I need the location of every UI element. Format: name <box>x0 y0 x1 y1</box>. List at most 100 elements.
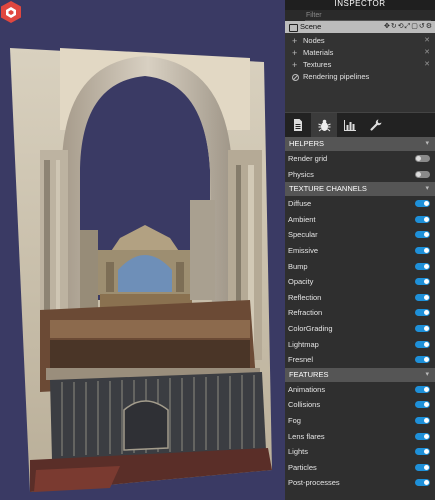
toggle-switch[interactable] <box>415 231 430 239</box>
expand-icon[interactable]: ✕ <box>424 59 430 71</box>
property-label: ColorGrading <box>288 323 333 333</box>
property-row: Lightmap <box>285 337 435 353</box>
property-row: Physics <box>285 167 435 183</box>
toggle-switch[interactable] <box>415 324 430 332</box>
property-label: Bump <box>288 261 308 271</box>
scene-tree: + Nodes ✕ + Materials ✕ + Textures ✕ Ren… <box>285 33 435 112</box>
expand-icon[interactable]: ✕ <box>424 47 430 59</box>
chevron-down-icon: ▾ <box>425 370 429 378</box>
toggle-switch[interactable] <box>415 463 430 471</box>
toggle-switch[interactable] <box>415 246 430 254</box>
property-row: Particles <box>285 460 435 476</box>
property-row: Refraction <box>285 305 435 321</box>
property-row: Post-processes <box>285 475 435 491</box>
tree-item-label: Rendering pipelines <box>303 72 370 81</box>
scene-tree-root[interactable]: Scene ✥↻⟲⤢▢↺⚙ <box>285 21 435 33</box>
property-label: Opacity <box>288 277 314 287</box>
toggle-switch[interactable] <box>415 215 430 223</box>
section-header-texture-channels[interactable]: TEXTURE CHANNELS ▾ <box>285 182 435 197</box>
property-row: ColorGrading <box>285 321 435 337</box>
property-row: Ambient <box>285 212 435 228</box>
property-row: Bump <box>285 259 435 275</box>
inspector-title: INSPECTOR <box>285 0 435 10</box>
church-model-render <box>10 48 272 492</box>
property-row: Collisions <box>285 397 435 413</box>
property-label: Fog <box>288 415 301 425</box>
chevron-down-icon: ▾ <box>425 185 429 193</box>
property-row: Specular <box>285 227 435 243</box>
tree-item-materials[interactable]: + Materials ✕ <box>285 47 435 59</box>
toggle-switch[interactable] <box>415 416 430 424</box>
tab-statistics[interactable] <box>337 113 363 137</box>
file-icon <box>294 119 302 131</box>
circle-slash-icon <box>292 74 299 81</box>
section-title: TEXTURE CHANNELS <box>289 184 367 194</box>
section-header-helpers[interactable]: HELPERS ▾ <box>285 137 435 151</box>
property-label: Reflection <box>288 292 322 302</box>
toggle-switch[interactable] <box>415 432 430 440</box>
section-title: FEATURES <box>289 369 329 379</box>
tree-item-nodes[interactable]: + Nodes ✕ <box>285 35 435 47</box>
inspector-tabs <box>285 112 435 137</box>
settings-icon[interactable]: ⚙ <box>426 23 433 30</box>
expand-icon[interactable]: ✕ <box>424 35 430 47</box>
toggle-switch[interactable] <box>415 293 430 301</box>
property-label: Refraction <box>288 308 323 318</box>
plus-icon: + <box>292 36 298 46</box>
section-title: HELPERS <box>289 139 325 148</box>
wrench-icon <box>370 119 382 131</box>
toggle-switch[interactable] <box>415 309 430 317</box>
toggle-switch[interactable] <box>415 170 430 178</box>
tree-item-label: Materials <box>303 48 334 57</box>
chevron-down-icon: ▾ <box>425 140 429 147</box>
rotate-icon[interactable]: ⟲ <box>398 23 405 30</box>
bounding-box-icon[interactable]: ▢ <box>411 23 419 30</box>
property-label: Render grid <box>288 154 328 163</box>
tree-item-textures[interactable]: + Textures ✕ <box>285 59 435 71</box>
babylon-logo-icon <box>1 1 21 23</box>
property-label: Physics <box>288 169 314 179</box>
toggle-switch[interactable] <box>415 262 430 270</box>
bar-chart-icon <box>344 119 356 131</box>
toggle-switch[interactable] <box>415 356 430 364</box>
toggle-switch[interactable] <box>415 340 430 348</box>
tab-properties[interactable] <box>285 113 311 137</box>
select-icon[interactable]: ✥ <box>384 23 391 30</box>
inspector-panel: INSPECTOR Filter Scene ✥↻⟲⤢▢↺⚙ + Nodes ✕… <box>285 0 435 500</box>
scene-icon <box>289 24 298 32</box>
tab-tools[interactable] <box>363 113 389 137</box>
move-icon[interactable]: ↻ <box>391 23 398 30</box>
features-list: Animations Collisions Fog Lens flares Lights… <box>285 382 435 491</box>
property-label: Ambient <box>288 214 316 224</box>
toggle-switch[interactable] <box>415 155 430 162</box>
tree-item-rendering-pipelines[interactable]: Rendering pipelines <box>285 71 435 83</box>
toggle-switch[interactable] <box>415 448 430 456</box>
scene-tools: ✥↻⟲⤢▢↺⚙ <box>384 21 433 33</box>
texture-channels-list: Diffuse Ambient Specular Emissive Bump Opacit… <box>285 196 435 368</box>
helpers-list: Render grid Physics <box>285 151 435 182</box>
property-label: Post-processes <box>288 478 340 488</box>
tree-item-label: Nodes <box>303 36 325 45</box>
plus-icon: + <box>292 48 298 58</box>
property-row: Fresnel <box>285 352 435 368</box>
scene-viewport[interactable] <box>0 0 285 500</box>
refresh-icon[interactable]: ↺ <box>419 23 426 30</box>
property-row: Opacity <box>285 274 435 290</box>
property-row: Animations <box>285 382 435 398</box>
bug-icon <box>317 119 331 131</box>
property-label: Particles <box>288 462 317 472</box>
property-label: Collisions <box>288 400 321 410</box>
property-label: Animations <box>288 384 326 394</box>
toggle-switch[interactable] <box>415 401 430 409</box>
toggle-switch[interactable] <box>415 278 430 286</box>
tab-debug[interactable] <box>311 113 337 137</box>
toggle-switch[interactable] <box>415 479 430 487</box>
plus-icon: + <box>292 60 298 70</box>
property-label: Fresnel <box>288 355 314 365</box>
toggle-switch[interactable] <box>415 200 430 208</box>
property-row: Emissive <box>285 243 435 259</box>
property-label: Lens flares <box>288 431 325 441</box>
section-header-features[interactable]: FEATURES ▾ <box>285 367 435 382</box>
toggle-switch[interactable] <box>415 385 430 393</box>
tree-item-label: Textures <box>303 60 332 69</box>
